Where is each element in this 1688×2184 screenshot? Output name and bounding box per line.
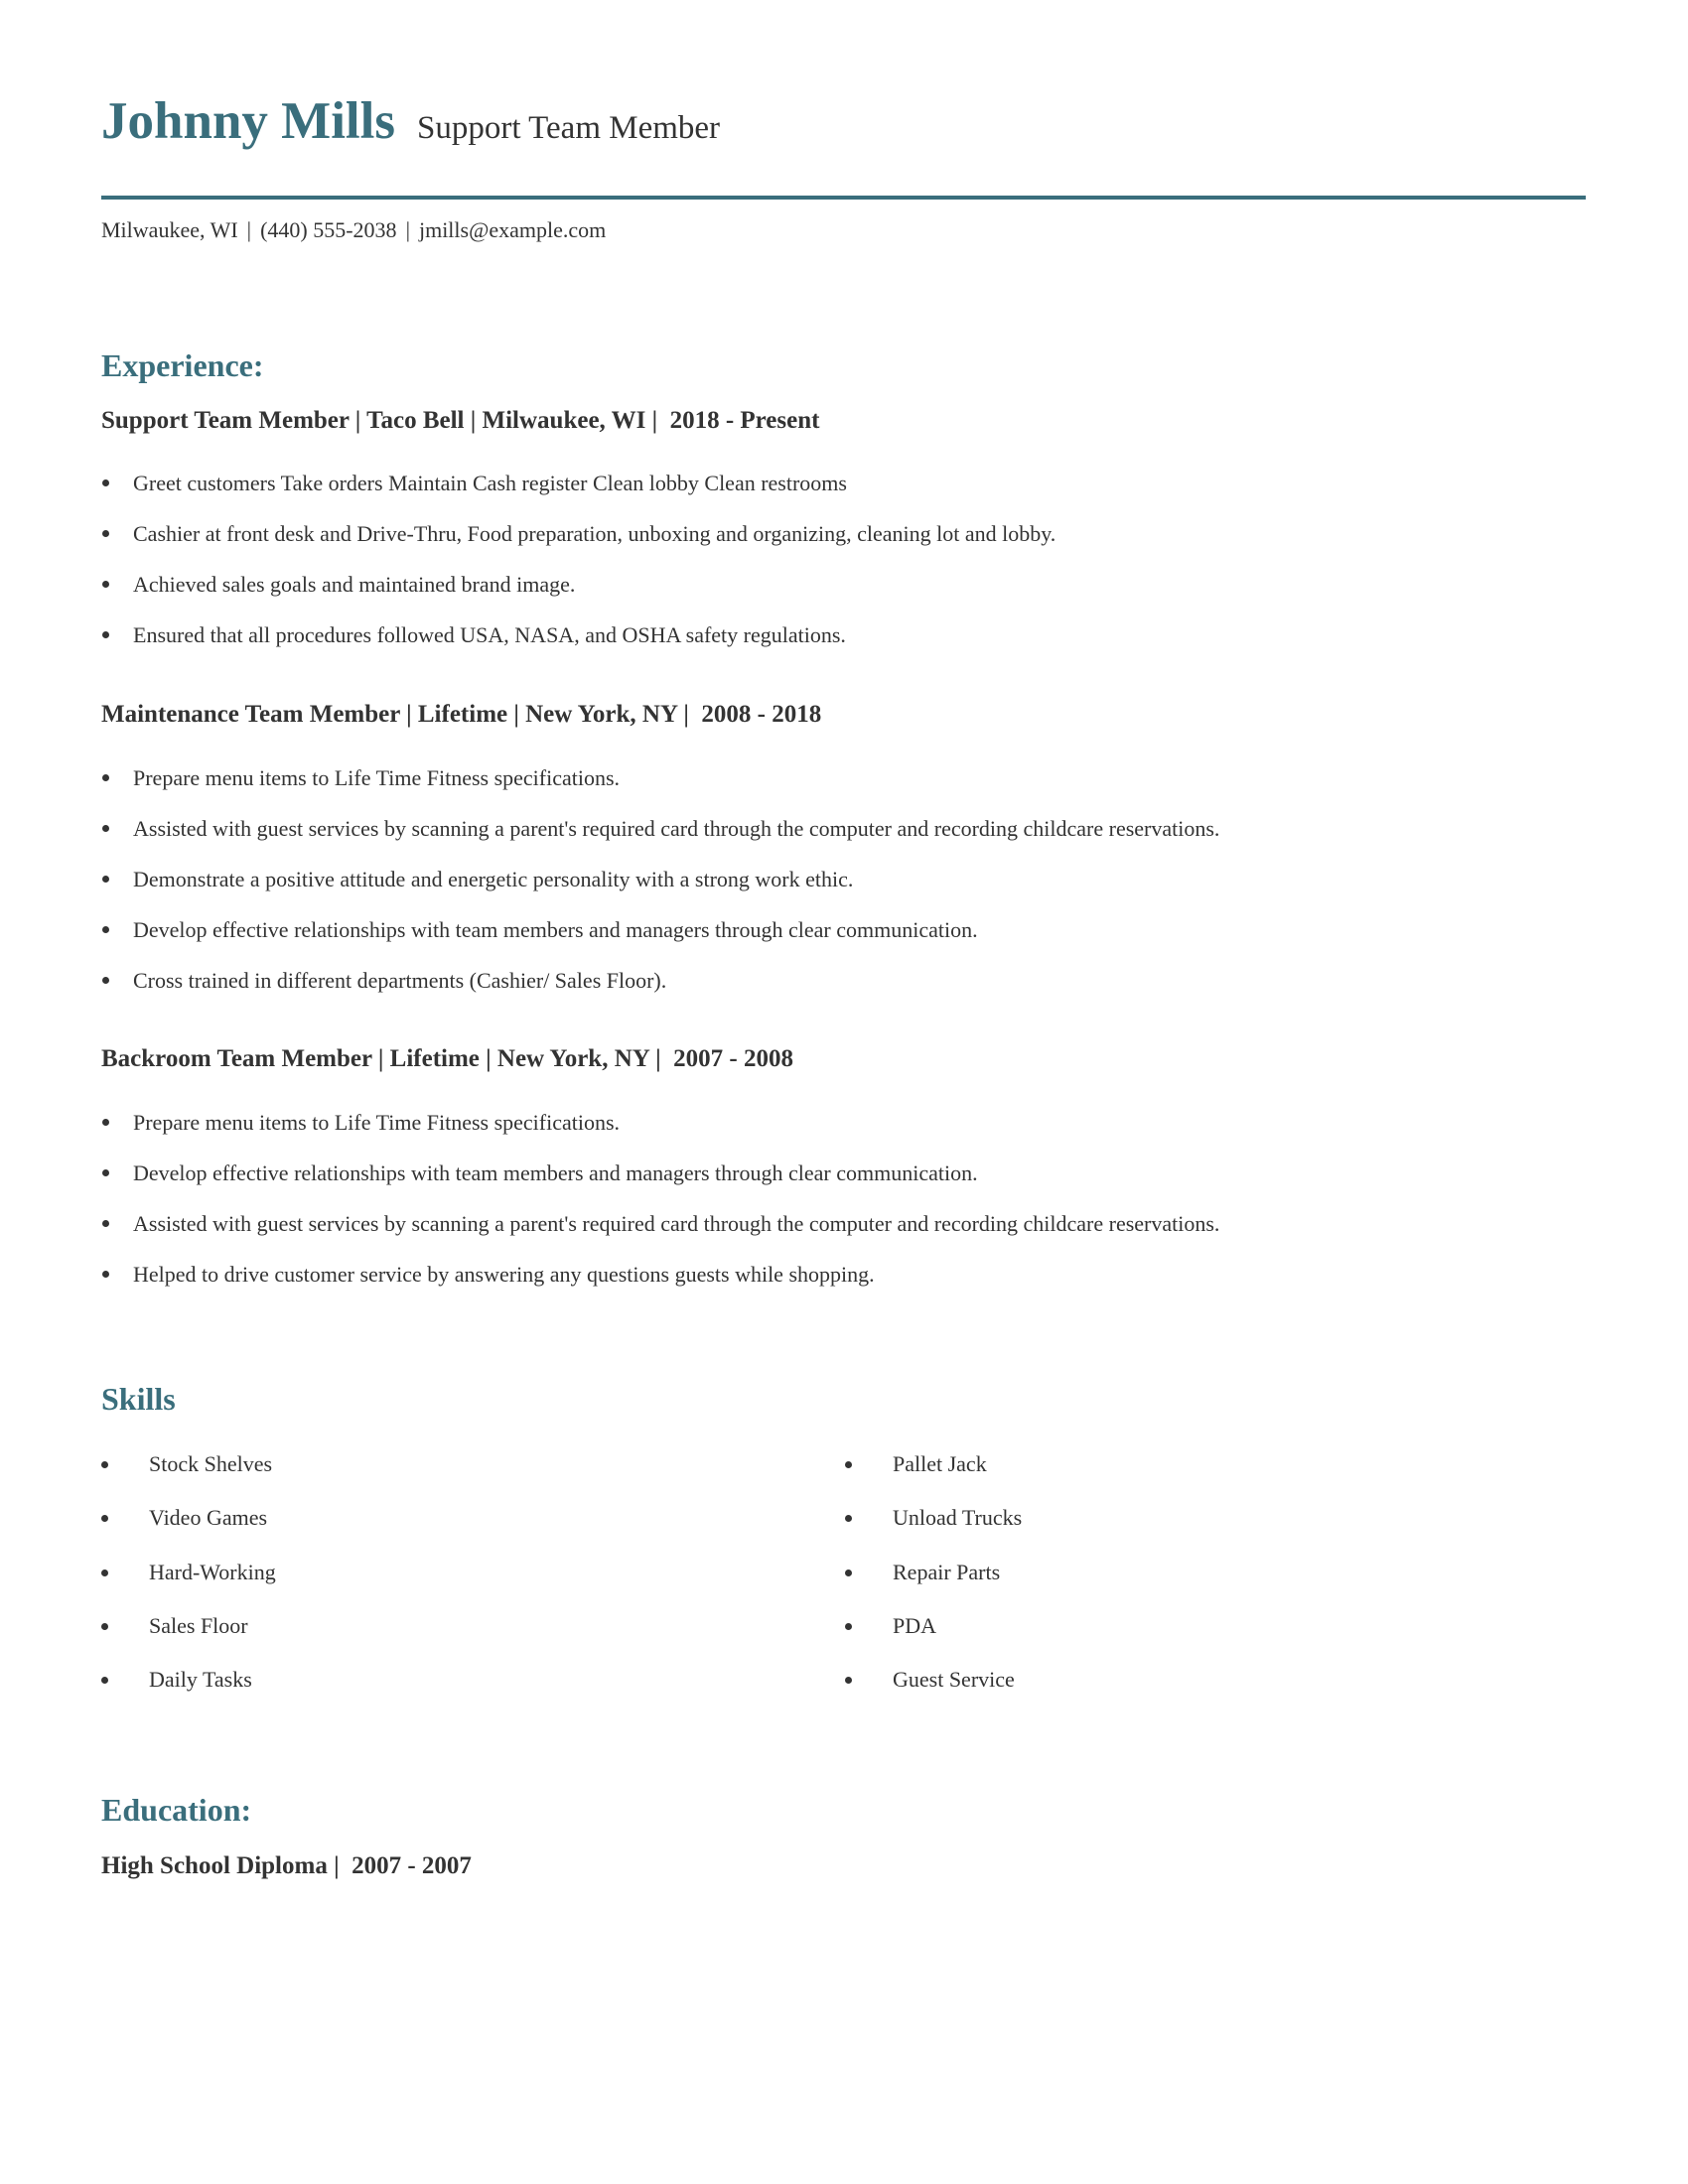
- bullet-icon: [102, 876, 109, 883]
- skill-text: Video Games: [149, 1505, 268, 1531]
- list-item: Helped to drive customer service by answ…: [101, 1262, 1219, 1312]
- skills-column-left: Stock Shelves Video Games Hard-Working S…: [101, 1450, 796, 1719]
- bullet-icon: [102, 825, 109, 832]
- contact-separator: |: [405, 217, 410, 242]
- skill-text: Guest Service: [893, 1667, 1015, 1693]
- bullet-icon: [102, 1119, 109, 1126]
- skill-text: Sales Floor: [149, 1612, 248, 1638]
- skill-text: PDA: [893, 1612, 937, 1638]
- skill-item: Stock Shelves: [101, 1450, 796, 1504]
- list-item: Develop effective relationships with tea…: [101, 1160, 1219, 1211]
- candidate-name: Johnny Mills: [101, 92, 396, 150]
- bullet-text: Demonstrate a positive attitude and ener…: [133, 867, 854, 891]
- skill-item: Repair Parts: [845, 1559, 1540, 1612]
- skill-item: Hard-Working: [101, 1559, 796, 1612]
- skill-text: Hard-Working: [149, 1559, 276, 1584]
- bullet-text: Greet customers Take orders Maintain Cas…: [133, 471, 847, 495]
- bullet-icon: [102, 631, 109, 638]
- bullet-icon: [101, 1677, 108, 1685]
- header-divider: [101, 196, 1586, 200]
- skill-text: Stock Shelves: [149, 1451, 273, 1476]
- bullet-icon: [102, 1169, 109, 1176]
- bullet-icon: [845, 1515, 852, 1523]
- contact-info: Milwaukee, WI | (440) 555-2038 | jmills@exam…: [101, 217, 606, 243]
- list-item: Greet customers Take orders Maintain Cas…: [101, 471, 1055, 521]
- bullet-icon: [102, 1271, 109, 1278]
- job-bullets: Prepare menu items to Life Time Fitness …: [101, 1110, 1219, 1312]
- bullet-icon: [102, 774, 109, 781]
- bullet-text: Helped to drive customer service by answ…: [133, 1262, 875, 1287]
- skill-text: Daily Tasks: [149, 1667, 252, 1693]
- list-item: Develop effective relationships with tea…: [101, 917, 1219, 968]
- bullet-icon: [102, 926, 109, 933]
- list-item: Prepare menu items to Life Time Fitness …: [101, 1110, 1219, 1160]
- list-item: Prepare menu items to Life Time Fitness …: [101, 765, 1219, 816]
- resume-header: Johnny Mills Support Team Member: [101, 91, 720, 151]
- bullet-text: Achieved sales goals and maintained bran…: [133, 572, 576, 597]
- contact-phone: (440) 555-2038: [260, 217, 397, 242]
- bullet-text: Cross trained in different departments (…: [133, 968, 667, 993]
- bullet-icon: [102, 977, 109, 984]
- list-item: Demonstrate a positive attitude and ener…: [101, 867, 1219, 917]
- contact-email: jmills@example.com: [418, 217, 607, 242]
- bullet-icon: [101, 1569, 108, 1576]
- list-item: Ensured that all procedures followed USA…: [101, 622, 1055, 673]
- bullet-icon: [102, 479, 109, 486]
- list-item: Cashier at front desk and Drive-Thru, Fo…: [101, 521, 1055, 572]
- bullet-icon: [102, 1220, 109, 1227]
- skill-text: Repair Parts: [893, 1559, 1001, 1584]
- bullet-text: Prepare menu items to Life Time Fitness …: [133, 1110, 621, 1135]
- skill-item: Unload Trucks: [845, 1504, 1540, 1558]
- bullet-icon: [845, 1622, 852, 1630]
- job-bullets: Greet customers Take orders Maintain Cas…: [101, 471, 1055, 673]
- bullet-text: Assisted with guest services by scanning…: [133, 1211, 1220, 1236]
- education-heading: Education:: [101, 1792, 252, 1828]
- skill-item: Pallet Jack: [845, 1450, 1540, 1504]
- bullet-text: Prepare menu items to Life Time Fitness …: [133, 765, 621, 790]
- bullet-text: Assisted with guest services by scanning…: [133, 816, 1220, 841]
- skill-item: Sales Floor: [101, 1612, 796, 1666]
- contact-separator: |: [246, 217, 252, 242]
- experience-heading: Experience:: [101, 347, 264, 383]
- bullet-icon: [101, 1515, 108, 1523]
- list-item: Assisted with guest services by scanning…: [101, 1211, 1219, 1262]
- job-bullets: Prepare menu items to Life Time Fitness …: [101, 765, 1219, 1019]
- skills-column-right: Pallet Jack Unload Trucks Repair Parts P…: [845, 1450, 1540, 1719]
- education-entry: High School Diploma | 2007 - 2007: [101, 1852, 472, 1879]
- skill-item: Daily Tasks: [101, 1666, 796, 1719]
- skill-text: Unload Trucks: [893, 1505, 1023, 1531]
- bullet-icon: [845, 1677, 852, 1685]
- bullet-icon: [845, 1461, 852, 1468]
- contact-location: Milwaukee, WI: [101, 217, 238, 242]
- list-item: Achieved sales goals and maintained bran…: [101, 572, 1055, 622]
- bullet-icon: [845, 1569, 852, 1576]
- skill-item: PDA: [845, 1612, 1540, 1666]
- bullet-text: Ensured that all procedures followed USA…: [133, 622, 846, 647]
- bullet-icon: [101, 1622, 108, 1630]
- bullet-text: Develop effective relationships with tea…: [133, 1160, 978, 1185]
- bullet-icon: [101, 1461, 108, 1468]
- bullet-icon: [102, 581, 109, 588]
- list-item: Cross trained in different departments (…: [101, 968, 1219, 1019]
- skill-text: Pallet Jack: [893, 1451, 987, 1476]
- bullet-text: Develop effective relationships with tea…: [133, 917, 978, 942]
- list-item: Assisted with guest services by scanning…: [101, 816, 1219, 867]
- skills-heading: Skills: [101, 1381, 176, 1417]
- candidate-title: Support Team Member: [417, 110, 721, 146]
- skill-item: Video Games: [101, 1504, 796, 1558]
- skill-item: Guest Service: [845, 1666, 1540, 1719]
- job-title: Maintenance Team Member | Lifetime | New…: [101, 701, 822, 728]
- bullet-icon: [102, 530, 109, 537]
- job-title: Backroom Team Member | Lifetime | New Yo…: [101, 1045, 793, 1072]
- bullet-text: Cashier at front desk and Drive-Thru, Fo…: [133, 521, 1056, 546]
- job-title: Support Team Member | Taco Bell | Milwau…: [101, 407, 820, 434]
